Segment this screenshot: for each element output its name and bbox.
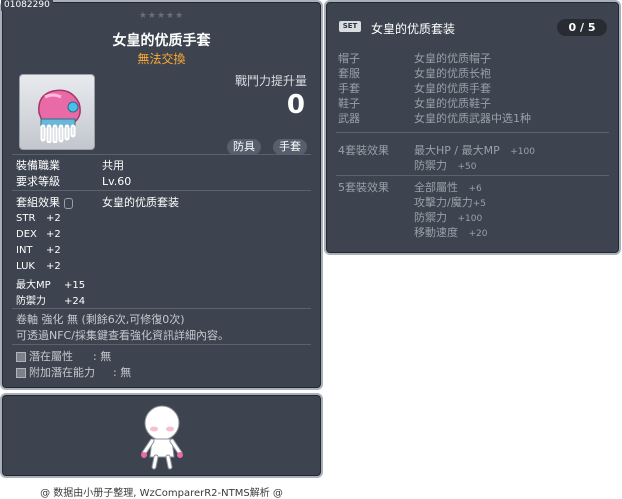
stat-value: +15 [64,280,86,291]
job-value: 共用 [102,159,124,172]
stat-value: +24 [64,296,86,307]
stat-name: DEX [16,229,37,240]
set-effect-4-line: 最大HP / 最大MP +100 [414,142,535,158]
set-count-badge: 0 / 5 [557,19,607,36]
set-effect-5-line: 攻擊力/魔力+5 [414,194,486,210]
credit-line: @ 数据由小册子整理, WzComparerR2-NTMS解析 @ [40,488,283,499]
divider [336,175,609,176]
potential-value: : 無 [93,350,112,363]
potential-row: 潛在屬性 : 無 [16,348,111,364]
set-badge-icon: SET [339,21,361,32]
stat-name: INT [16,245,33,256]
set-effect-name: 最大HP / 最大MP [414,144,500,157]
set-effect-4-line: 防禦力 +50 [414,157,477,173]
set-effect-name: 全部屬性 [414,181,458,194]
set-effect-value: 女皇的优质套装 [102,196,179,209]
set-part-slot: 鞋子 [338,97,360,110]
set-effect-name: 攻擊力/魔力 [414,196,473,209]
stat-row: DEX +2 [16,229,61,240]
set-effect-name: 移動速度 [414,226,458,239]
star-force-stars: ★★★★★ [138,11,185,21]
set-part-name: 女皇的优质帽子 [414,52,491,65]
divider [12,190,311,191]
job-label: 裝備職業 [16,159,60,172]
stat-value: +2 [46,213,61,224]
bonus-potential-row: 附加潛在能力 : 無 [16,364,131,380]
set-effect-value: +20 [468,229,488,239]
glove-icon [38,89,81,143]
bonus-potential-icon [16,368,26,378]
job-row: 裝備職業 共用 [16,157,124,173]
set-effect-value: +6 [468,184,482,194]
set-part-name: 女皇的优质武器中选1种 [414,112,531,125]
set-effect-label: 套組效果 [16,196,60,209]
divider [12,344,311,345]
set-part-name: 女皇的优质鞋子 [414,97,491,110]
set-effect-5-line: 防禦力 +100 [414,209,482,225]
character-avatar [141,405,183,470]
set-part-name: 女皇的优质手套 [414,82,491,95]
set-effect-5-line: 全部屬性 +6 [414,179,482,195]
set-part-slot: 武器 [338,112,360,125]
set-effect-value: +5 [472,199,486,209]
stat-name: 最大MP [16,280,51,291]
stat-value: +2 [46,245,61,256]
scroll-upgrade-line: 卷軸 強化 無 (剩餘6次,可修復0次) [16,313,185,326]
set-info-icon[interactable] [63,197,73,209]
item-name: 女皇的优质手套 [112,33,211,49]
potential-label: 潛在屬性 [29,350,73,363]
power-increase-value: 0 [286,90,305,120]
set-effect-4-label: 4套裝效果 [338,144,389,157]
character-preview-panel [0,393,323,478]
item-id-label: 01082290 [1,0,53,11]
potential-icon [16,352,26,362]
set-title: 女皇的优质套装 [371,22,456,36]
stat-value: +2 [46,229,61,240]
stat-row: INT +2 [16,245,61,256]
divider [336,132,609,133]
set-effect-name: 防禦力 [414,159,447,172]
item-icon-frame [19,74,95,150]
bonus-potential-value: : 無 [113,366,132,379]
set-part-name: 女皇的优质长袍 [414,67,491,80]
divider [12,154,311,155]
item-tooltip-panel: ★★★★★ 女皇的优质手套 無法交換 戰鬥力提升量 0 防具 手套 裝備職業 共用… [0,0,323,390]
stat-row: 最大MP +15 [16,276,85,291]
stat-name: 防禦力 [16,296,46,307]
trade-restriction: 無法交換 [137,52,186,66]
power-increase-label: 戰鬥力提升量 [234,74,307,88]
divider [12,308,311,309]
enhance-note: 可透過NFC/採集鍵查看強化資訊詳細內容。 [16,329,229,342]
set-effect-5-label: 5套裝效果 [338,181,389,194]
set-part-slot: 手套 [338,82,360,95]
set-effect-value: +100 [510,147,535,157]
set-effect-value: +50 [457,162,477,172]
stat-value: +2 [46,261,61,272]
category-tag-armor: 防具 [227,139,261,155]
stat-row: STR +2 [16,213,61,224]
bonus-potential-label: 附加潛在能力 [29,366,95,379]
stat-row: 防禦力 +24 [16,292,85,307]
level-row: 要求等級 Lv.60 [16,173,131,189]
level-label: 要求等級 [16,175,60,188]
set-part-slot: 帽子 [338,52,360,65]
level-value: Lv.60 [102,175,132,188]
set-effect-value: +100 [457,214,483,224]
stat-row: LUK +2 [16,261,61,272]
set-effect-name: 防禦力 [414,211,447,224]
set-info-panel: SET 女皇的优质套装 0 / 5 帽子 女皇的优质帽子 套服 女皇的优质长袍 … [324,0,621,255]
stat-name: STR [16,213,36,224]
stat-name: LUK [16,261,35,272]
set-effect-5-line: 移動速度 +20 [414,224,488,240]
set-part-slot: 套服 [338,67,360,80]
category-tag-gloves: 手套 [273,139,307,155]
set-effect-row[interactable]: 套組效果 女皇的优质套装 [16,194,179,210]
